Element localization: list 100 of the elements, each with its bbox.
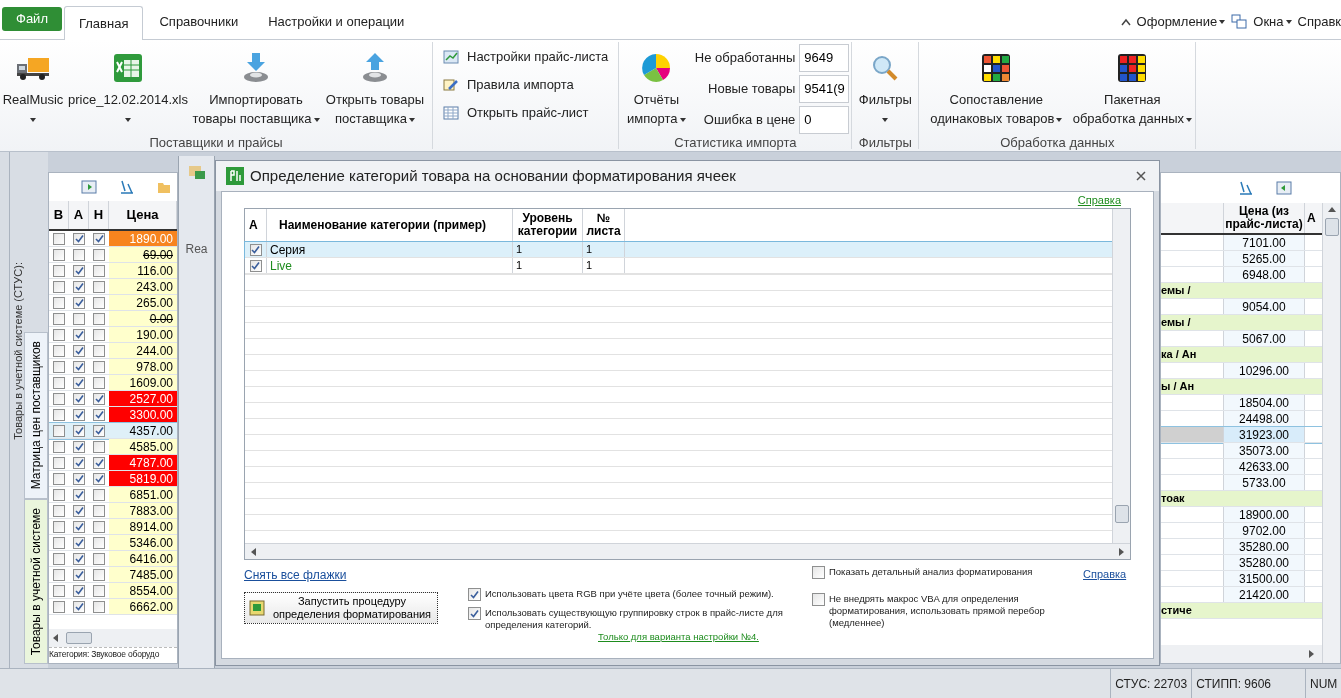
- checkbox[interactable]: [93, 424, 105, 437]
- checkbox[interactable]: [93, 232, 105, 245]
- checkbox[interactable]: [73, 376, 85, 389]
- checkbox[interactable]: [53, 440, 65, 453]
- run-button[interactable]: Запустить процедуру определения форматирования: [244, 592, 438, 624]
- checkbox[interactable]: [53, 328, 65, 341]
- checkbox[interactable]: [73, 392, 85, 405]
- checkbox[interactable]: [53, 472, 65, 485]
- help-link[interactable]: Справка: [1077, 192, 1121, 208]
- checkbox[interactable]: [53, 312, 65, 325]
- checkbox[interactable]: [93, 296, 105, 309]
- arrow-left-icon[interactable]: [53, 634, 58, 642]
- table-row[interactable]: 7101.00: [1161, 235, 1322, 251]
- table-row[interactable]: стиче: [1161, 603, 1322, 619]
- table-row[interactable]: емы /: [1161, 315, 1322, 331]
- checkbox[interactable]: [73, 456, 85, 469]
- checkbox[interactable]: [93, 520, 105, 533]
- checkbox[interactable]: [93, 376, 105, 389]
- table-row[interactable]: 2527.00: [49, 391, 177, 407]
- checkbox[interactable]: [93, 392, 105, 405]
- menu-tab[interactable]: Справочники: [145, 5, 253, 39]
- checkbox[interactable]: [53, 584, 65, 597]
- checkbox[interactable]: [73, 280, 85, 293]
- checkbox[interactable]: [53, 600, 65, 613]
- stat-field[interactable]: 9649: [799, 44, 850, 72]
- checkbox[interactable]: [93, 568, 105, 581]
- table-row[interactable]: 6662.00: [49, 599, 177, 615]
- menu-button[interactable]: Окна: [1253, 12, 1292, 32]
- table-row[interactable]: Серия 1 1: [245, 242, 1112, 258]
- checkbox[interactable]: [73, 568, 85, 581]
- ribbon-button[interactable]: Пакетная обработка данных: [1071, 42, 1194, 134]
- checkbox[interactable]: [53, 504, 65, 517]
- arrow-left-icon[interactable]: [251, 547, 256, 556]
- checkbox[interactable]: [73, 440, 85, 453]
- scroll-thumb[interactable]: [1114, 505, 1129, 523]
- table-row[interactable]: 1609.00: [49, 375, 177, 391]
- checkbox[interactable]: [93, 472, 105, 485]
- table-row[interactable]: 4585.00: [49, 439, 177, 455]
- checkbox[interactable]: [73, 488, 85, 501]
- checkbox[interactable]: [93, 280, 105, 293]
- table-row[interactable]: тоак: [1161, 491, 1322, 507]
- table-row[interactable]: 4787.00: [49, 455, 177, 471]
- checkbox[interactable]: [53, 552, 65, 565]
- table-row[interactable]: 31923.00: [1161, 427, 1322, 443]
- sort-icon[interactable]: [1238, 180, 1254, 196]
- checkbox[interactable]: [93, 248, 105, 261]
- table-row[interactable]: 243.00: [49, 279, 177, 295]
- side-tab[interactable]: Матрица цен поставщиков: [24, 332, 48, 499]
- checkbox[interactable]: [249, 243, 262, 256]
- table-row[interactable]: 8914.00: [49, 519, 177, 535]
- table-row[interactable]: 35280.00: [1161, 539, 1322, 555]
- checkbox[interactable]: [93, 360, 105, 373]
- checkbox[interactable]: [73, 264, 85, 277]
- arrow-right-icon[interactable]: [1119, 547, 1124, 556]
- ribbon-button[interactable]: Правила импорта: [439, 74, 613, 96]
- checkbox[interactable]: [73, 248, 85, 261]
- checkbox[interactable]: [73, 312, 85, 325]
- ribbon-button[interactable]: Отчёты импорта: [621, 42, 692, 134]
- ribbon-button[interactable]: Настройки прайс-листа: [439, 46, 613, 68]
- checkbox[interactable]: [73, 584, 85, 597]
- column-header[interactable]: Н: [89, 201, 109, 229]
- checkbox[interactable]: [73, 536, 85, 549]
- checkbox[interactable]: [93, 264, 105, 277]
- horizontal-scrollbar[interactable]: [1161, 645, 1322, 663]
- table-row[interactable]: 8554.00: [49, 583, 177, 599]
- checkbox[interactable]: [93, 600, 105, 613]
- checkbox[interactable]: [53, 536, 65, 549]
- vertical-scrollbar[interactable]: [1322, 203, 1340, 663]
- table-row[interactable]: 4357.00: [49, 423, 177, 439]
- table-row[interactable]: 978.00: [49, 359, 177, 375]
- menu-tab[interactable]: Настройки и операции: [254, 5, 419, 39]
- checkbox[interactable]: [93, 488, 105, 501]
- table-row[interactable]: 9702.00: [1161, 523, 1322, 539]
- table-row[interactable]: 0.00: [49, 311, 177, 327]
- column-header[interactable]: А: [69, 201, 89, 229]
- table-row[interactable]: 6416.00: [49, 551, 177, 567]
- horizontal-scrollbar[interactable]: [49, 629, 177, 647]
- checkbox[interactable]: [812, 592, 825, 606]
- table-row[interactable]: 5819.00: [49, 471, 177, 487]
- scroll-thumb[interactable]: [1324, 218, 1339, 236]
- checkbox[interactable]: [53, 520, 65, 533]
- column-header[interactable]: Цена (из прайс-листа): [1223, 203, 1305, 233]
- table-row[interactable]: 116.00: [49, 263, 177, 279]
- checkbox[interactable]: [73, 232, 85, 245]
- checkbox[interactable]: [53, 456, 65, 469]
- file-tab[interactable]: Файл: [2, 7, 62, 31]
- checkbox[interactable]: [73, 328, 85, 341]
- checkbox[interactable]: [73, 408, 85, 421]
- table-row[interactable]: ка / Ан: [1161, 347, 1322, 363]
- table-row[interactable]: 18900.00: [1161, 507, 1322, 523]
- table-row[interactable]: 35280.00: [1161, 555, 1322, 571]
- table-row[interactable]: 69.00: [49, 247, 177, 263]
- checkbox[interactable]: [73, 344, 85, 357]
- table-row[interactable]: 7883.00: [49, 503, 177, 519]
- checkbox[interactable]: [53, 488, 65, 501]
- ribbon-button[interactable]: Сопоставление одинаковых товаров: [921, 42, 1072, 134]
- menu-button[interactable]: Оформление: [1136, 12, 1226, 32]
- table-row[interactable]: ы / Ан: [1161, 379, 1322, 395]
- checkbox[interactable]: [93, 584, 105, 597]
- vertical-scrollbar[interactable]: [1112, 209, 1130, 543]
